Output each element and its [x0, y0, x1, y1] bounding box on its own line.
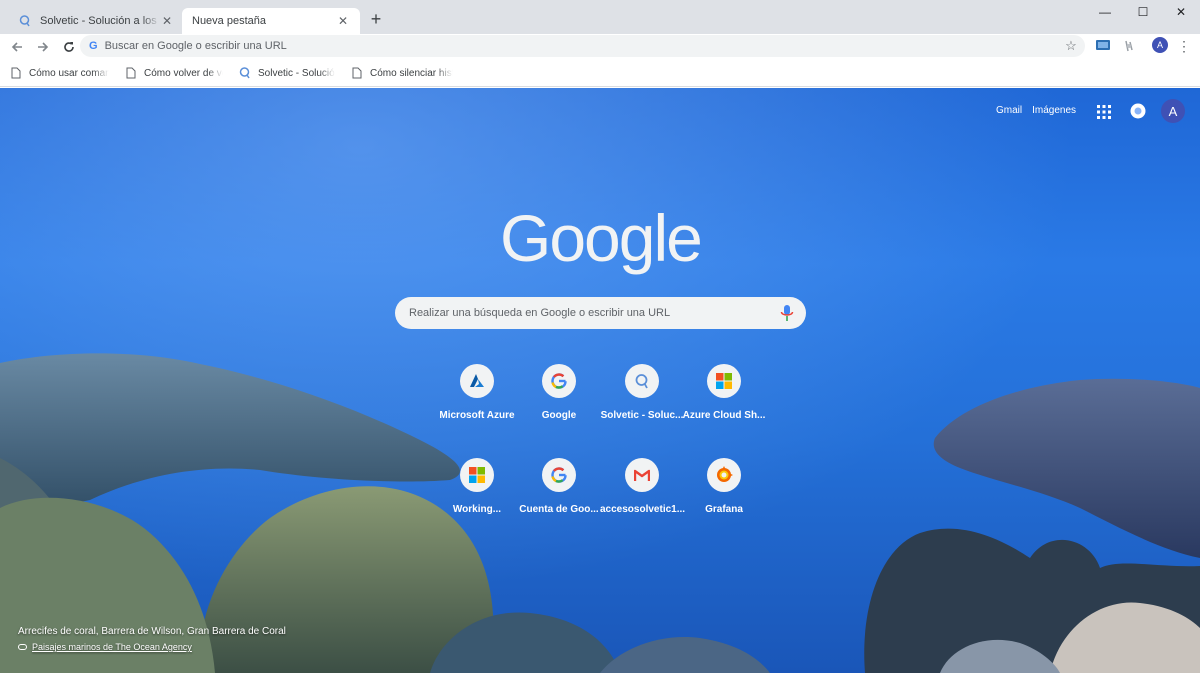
shortcut-label: accesosolvetic1...	[600, 504, 686, 515]
tab-strip: Solvetic - Solución a los problemas ✕ Nu…	[0, 0, 1200, 34]
bookmark-label: Solvetic - Solución a	[258, 67, 335, 79]
extension-icon[interactable]	[1120, 37, 1138, 55]
close-tab-icon[interactable]: ✕	[160, 14, 174, 28]
tab-new-tab[interactable]: Nueva pestaña ✕	[182, 8, 360, 34]
shortcut-label: Solvetic - Soluc...	[600, 410, 684, 421]
bookmark-label: Cómo usar comandos	[29, 67, 109, 79]
minimize-button[interactable]: —	[1086, 0, 1124, 24]
solvetic-icon	[239, 67, 251, 79]
shortcut-label: Grafana	[705, 504, 743, 515]
reload-button[interactable]	[57, 36, 81, 58]
solvetic-icon	[625, 364, 659, 398]
solvetic-icon	[18, 14, 32, 28]
tab-solvetic[interactable]: Solvetic - Solución a los problemas ✕	[8, 8, 184, 34]
shortcut-label: Azure Cloud Sh...	[682, 410, 766, 421]
profile-avatar[interactable]: A	[1152, 37, 1168, 53]
back-button[interactable]	[5, 36, 29, 58]
reload-icon	[64, 42, 74, 52]
background-caption: Arrecifes de coral, Barrera de Wilson, G…	[18, 626, 286, 637]
windows-icon	[460, 458, 494, 492]
search-input[interactable]: Realizar una búsqueda en Google o escrib…	[395, 297, 806, 329]
toolbar: G Buscar en Google o escribir una URL ☆ …	[0, 34, 1200, 60]
close-window-button[interactable]: ✕	[1162, 0, 1200, 24]
gmail-link[interactable]: Gmail	[996, 105, 1022, 116]
window-controls: — ☐ ✕	[1086, 0, 1200, 24]
address-bar[interactable]: G Buscar en Google o escribir una URL ☆	[80, 35, 1085, 57]
shortcut-tile[interactable]: Grafana	[682, 458, 766, 538]
microphone-icon[interactable]	[779, 304, 795, 322]
shortcut-tile[interactable]: Cuenta de Goo...	[517, 458, 601, 538]
google-logo: Google	[500, 201, 703, 275]
menu-dots-icon[interactable]: ⋮	[1176, 37, 1192, 55]
maximize-button[interactable]: ☐	[1124, 0, 1162, 24]
new-tab-button[interactable]: +	[366, 9, 386, 29]
customize-icon[interactable]	[1130, 103, 1146, 119]
back-arrow-icon	[11, 42, 22, 52]
tab-title: Nueva pestaña	[192, 15, 266, 27]
azure-icon	[460, 364, 494, 398]
page-icon	[125, 67, 137, 79]
windows-icon	[707, 364, 741, 398]
shortcut-label: Cuenta de Goo...	[519, 504, 599, 515]
close-tab-icon[interactable]: ✕	[336, 14, 350, 28]
bookmark-star-icon[interactable]: ☆	[1061, 38, 1081, 54]
address-placeholder: Buscar en Google o escribir una URL	[104, 40, 287, 52]
bookmark-item[interactable]: Cómo volver de versión	[125, 67, 223, 79]
shortcut-tile[interactable]: Microsoft Azure	[435, 364, 519, 444]
page-icon	[351, 67, 363, 79]
forward-button[interactable]	[31, 36, 55, 58]
shortcut-tile[interactable]: Solvetic - Soluc...	[600, 364, 684, 444]
bookmarks-bar: Cómo usar comandos Cómo volver de versió…	[0, 60, 1200, 87]
shortcut-tile[interactable]: Working...	[435, 458, 519, 538]
background-credit: Paisajes marinos de The Ocean Agency	[18, 642, 192, 652]
google-g-icon	[542, 364, 576, 398]
google-g-icon	[542, 458, 576, 492]
shortcut-tile[interactable]: Google	[517, 364, 601, 444]
bookmark-label: Cómo volver de versión	[144, 67, 223, 79]
search-placeholder: Realizar una búsqueda en Google o escrib…	[409, 307, 671, 319]
grafana-icon	[707, 458, 741, 492]
new-tab-page: Gmail Imágenes A Google Realizar una bús…	[0, 88, 1200, 673]
tab-title: Solvetic - Solución a los problemas	[40, 15, 160, 27]
page-icon	[10, 67, 22, 79]
shortcut-label: Google	[541, 410, 577, 421]
images-link[interactable]: Imágenes	[1032, 105, 1076, 116]
cast-extension-icon[interactable]	[1094, 37, 1112, 55]
profile-avatar[interactable]: A	[1161, 99, 1185, 123]
shortcut-label: Working...	[452, 504, 502, 515]
bookmark-item[interactable]: Cómo silenciar historias	[351, 67, 453, 79]
bookmark-item[interactable]: Solvetic - Solución a	[239, 67, 335, 79]
credit-link[interactable]: Paisajes marinos de The Ocean Agency	[32, 642, 192, 652]
forward-arrow-icon	[38, 42, 49, 52]
gmail-icon	[625, 458, 659, 492]
shortcut-tile[interactable]: accesosolvetic1...	[600, 458, 686, 538]
bookmark-label: Cómo silenciar historias	[370, 67, 453, 79]
link-icon	[18, 644, 27, 650]
shortcut-tile[interactable]: Azure Cloud Sh...	[682, 364, 766, 444]
bookmark-item[interactable]: Cómo usar comandos	[10, 67, 109, 79]
top-links: Gmail Imágenes	[996, 105, 1086, 116]
google-g-icon: G	[89, 40, 98, 52]
apps-grid-icon[interactable]	[1097, 105, 1111, 119]
shortcut-label: Microsoft Azure	[439, 410, 515, 421]
